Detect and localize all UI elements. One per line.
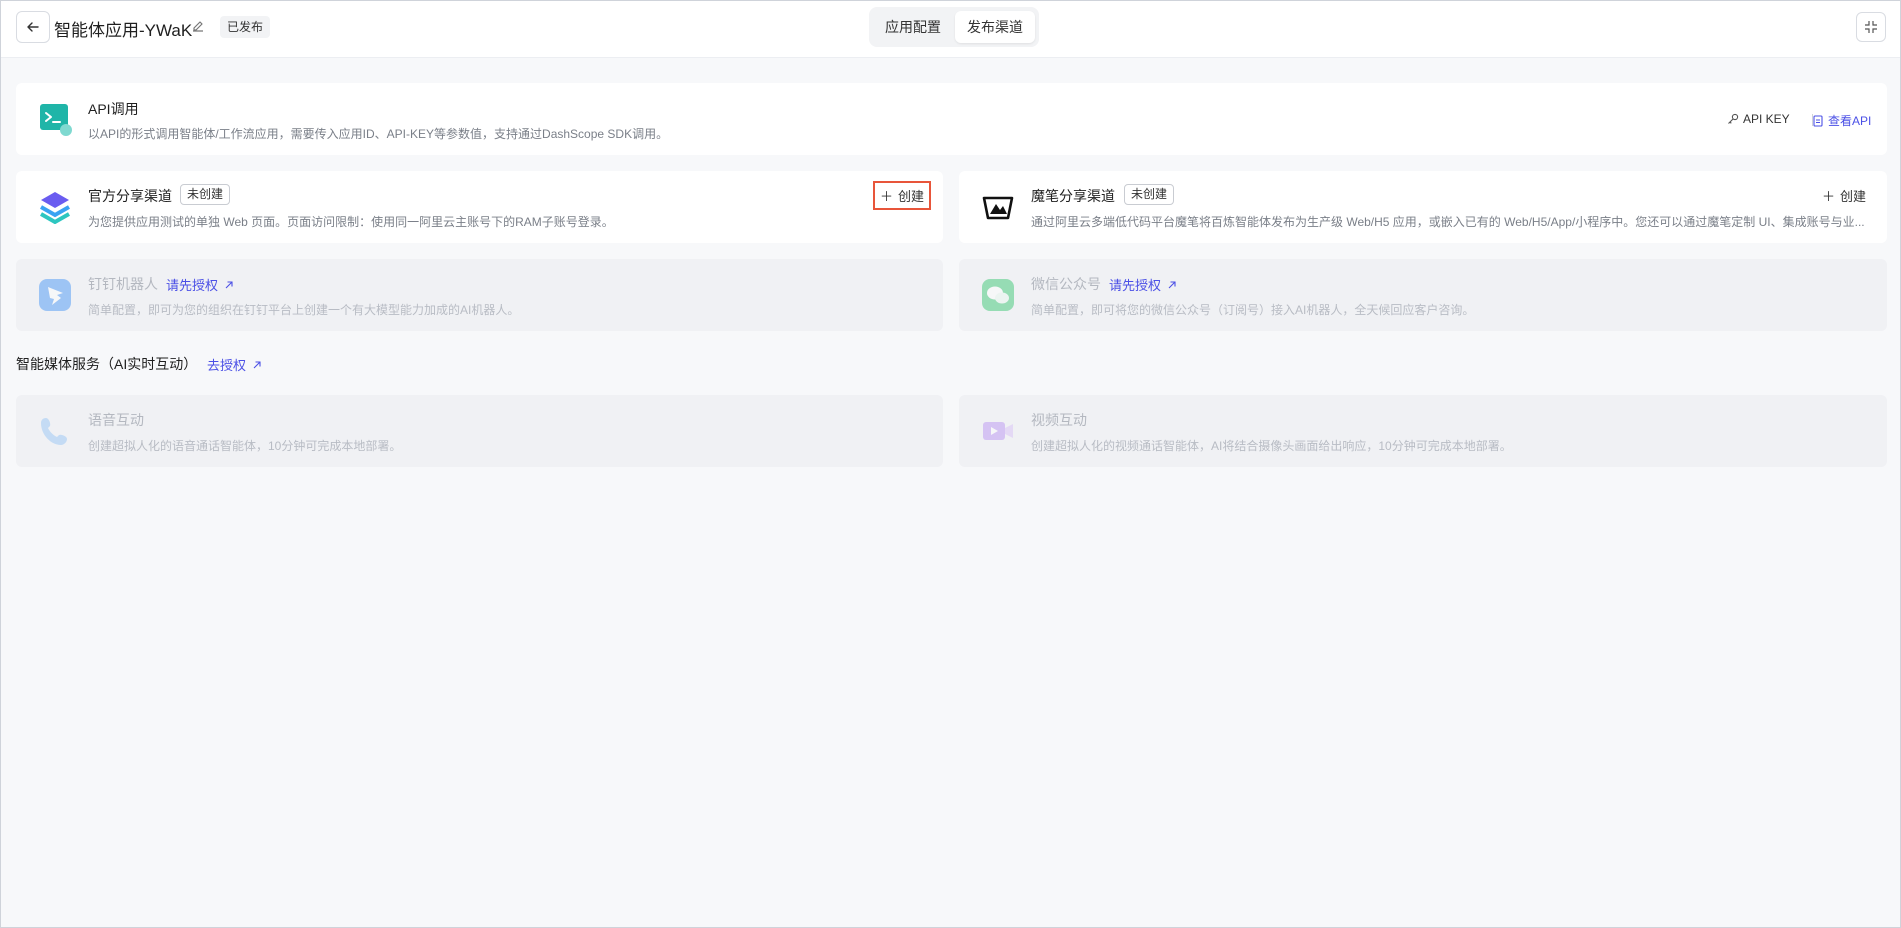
media-section-title: 智能媒体服务（AI实时互动） <box>16 356 198 372</box>
api-key-button[interactable]: API KEY <box>1727 112 1790 126</box>
create-label: 创建 <box>1840 189 1867 204</box>
official-share-card: 官方分享渠道 未创建 为您提供应用测试的单独 Web 页面。页面访问限制：使用同… <box>16 171 943 243</box>
app-frame: 智能体应用-YWaK 已发布 应用配置 发布渠道 API调用 以API的形式调用… <box>0 0 1901 928</box>
tab-app-config[interactable]: 应用配置 <box>873 11 953 43</box>
authorize-label: 请先授权 <box>166 278 219 293</box>
external-link-icon <box>1168 280 1176 288</box>
document-icon <box>1813 114 1823 127</box>
create-official-share-button[interactable]: ＋ 创建 <box>873 181 932 210</box>
view-api-label: 查看API <box>1828 114 1872 128</box>
page-header: 智能体应用-YWaK 已发布 应用配置 发布渠道 <box>1 1 1900 58</box>
mobi-share-title: 魔笔分享渠道 <box>1031 188 1115 204</box>
app-title: 智能体应用-YWaK <box>54 21 193 40</box>
api-call-card: API调用 以API的形式调用智能体/工作流应用，需要传入应用ID、API-KE… <box>16 83 1887 155</box>
voice-title: 语音互动 <box>88 412 144 428</box>
status-badge: 已发布 <box>220 16 271 38</box>
mobi-share-card: 魔笔分享渠道 未创建 通过阿里云多端低代码平台魔笔将百炼智能体发布为生产级 We… <box>959 171 1887 243</box>
video-description: 创建超拟人化的视频通话智能体，AI将结合摄像头画面给出响应，10分钟可完成本地部… <box>1031 439 1512 453</box>
edit-icon[interactable] <box>191 19 205 36</box>
mobi-share-description: 通过阿里云多端低代码平台魔笔将百炼智能体发布为生产级 Web/H5 应用，或嵌入… <box>1031 215 1865 229</box>
api-card-description: 以API的形式调用智能体/工作流应用，需要传入应用ID、API-KEY等参数值，… <box>88 127 669 141</box>
collapse-button[interactable] <box>1856 12 1886 42</box>
official-share-description: 为您提供应用测试的单独 Web 页面。页面访问限制：使用同一阿里云主账号下的RA… <box>88 215 614 229</box>
official-share-icon <box>38 190 72 225</box>
shrink-icon <box>1865 21 1877 33</box>
video-title: 视频互动 <box>1031 412 1087 428</box>
create-mobi-share-button[interactable]: ＋ 创建 <box>1822 186 1866 205</box>
voice-description: 创建超拟人化的语音通话智能体，10分钟可完成本地部署。 <box>88 439 402 453</box>
back-button[interactable] <box>16 11 50 43</box>
wechat-icon <box>981 278 1015 312</box>
dingtalk-bot-card: 钉钉机器人 请先授权 简单配置，即可为您的组织在钉钉平台上创建一个有大模型能力加… <box>16 259 943 331</box>
external-link-icon <box>253 360 261 368</box>
video-interaction-card: 视频互动 创建超拟人化的视频通话智能体，AI将结合摄像头画面给出响应，10分钟可… <box>959 395 1887 467</box>
dingtalk-description: 简单配置，即可为您的组织在钉钉平台上创建一个有大模型能力加成的AI机器人。 <box>88 303 520 317</box>
arrow-left-icon <box>27 22 39 32</box>
wechat-title: 微信公众号 <box>1031 276 1101 292</box>
status-tag: 未创建 <box>180 184 231 205</box>
authorize-label: 去授权 <box>207 358 247 373</box>
dingtalk-title: 钉钉机器人 <box>88 276 158 292</box>
status-tag: 未创建 <box>1124 184 1175 205</box>
authorize-label: 请先授权 <box>1109 278 1162 293</box>
external-link-icon <box>225 280 233 288</box>
dingtalk-authorize-link[interactable]: 请先授权 <box>166 275 234 294</box>
plus-icon: ＋ <box>1822 189 1836 204</box>
phone-icon <box>38 414 72 448</box>
mobi-logo-icon <box>981 190 1015 224</box>
tab-publish-channel[interactable]: 发布渠道 <box>955 11 1035 43</box>
voice-interaction-card: 语音互动 创建超拟人化的语音通话智能体，10分钟可完成本地部署。 <box>16 395 943 467</box>
wechat-description: 简单配置，即可将您的微信公众号（订阅号）接入AI机器人，全天候回应客户咨询。 <box>1031 303 1475 317</box>
api-key-label: API KEY <box>1743 112 1790 126</box>
terminal-icon <box>38 102 72 136</box>
tab-switcher: 应用配置 发布渠道 <box>869 7 1039 47</box>
wechat-official-card: 微信公众号 请先授权 简单配置，即可将您的微信公众号（订阅号）接入AI机器人，全… <box>959 259 1887 331</box>
view-api-button[interactable]: 查看API <box>1812 112 1871 129</box>
dingtalk-icon <box>38 278 72 312</box>
create-label: 创建 <box>898 189 925 204</box>
wechat-authorize-link[interactable]: 请先授权 <box>1109 275 1177 294</box>
plus-icon: ＋ <box>880 189 894 204</box>
official-share-title: 官方分享渠道 <box>88 188 172 204</box>
media-authorize-link[interactable]: 去授权 <box>207 355 262 374</box>
video-camera-icon <box>981 414 1015 448</box>
key-icon <box>1728 113 1739 124</box>
api-card-title: API调用 <box>88 101 139 117</box>
